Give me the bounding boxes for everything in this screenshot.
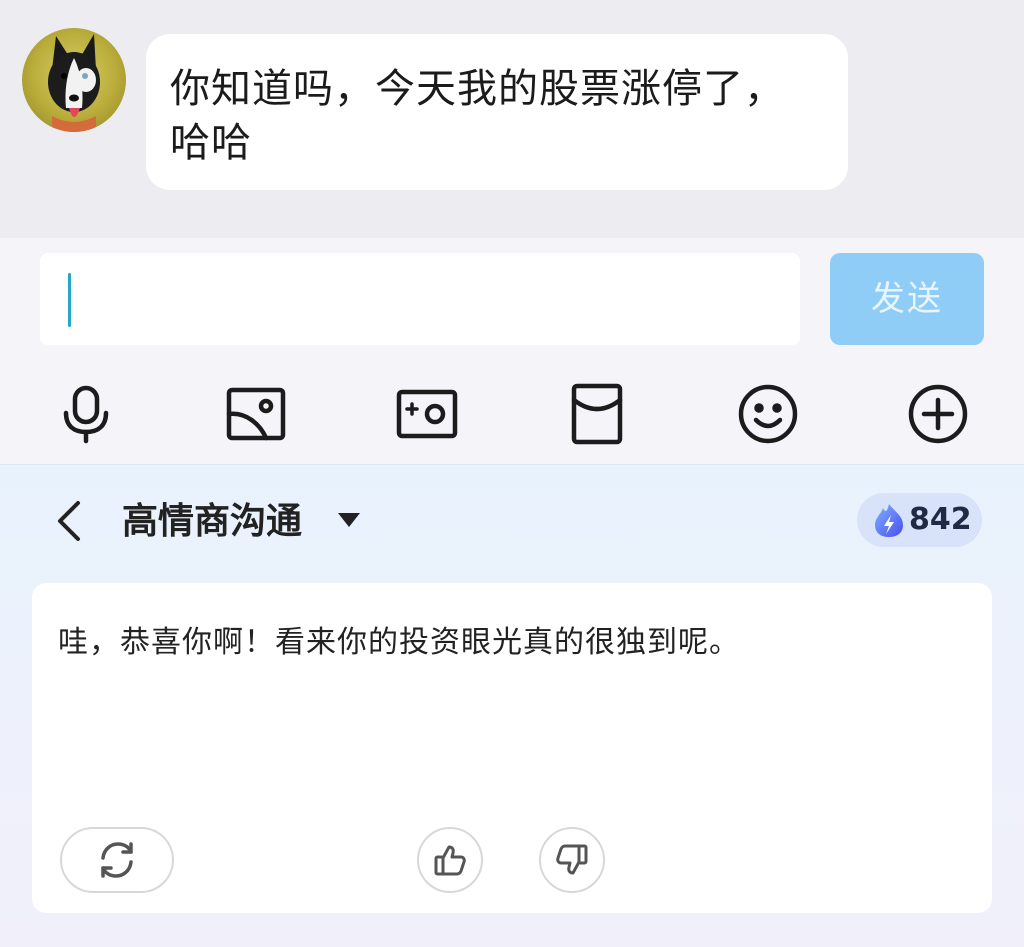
image-icon bbox=[226, 387, 286, 441]
microphone-icon bbox=[63, 385, 109, 444]
thumbs-up-icon bbox=[434, 845, 466, 876]
incoming-message-bubble[interactable]: 你知道吗，今天我的股票涨停了，哈哈 bbox=[146, 34, 848, 190]
more-button[interactable] bbox=[906, 382, 970, 446]
thumbs-down-icon bbox=[556, 844, 588, 875]
assistant-header: 高情商沟通 842 bbox=[0, 465, 1024, 581]
composer: 发送 bbox=[0, 238, 1024, 464]
mode-title[interactable]: 高情商沟通 bbox=[122, 497, 302, 547]
chat-area: 你知道吗，今天我的股票涨停了，哈哈 bbox=[0, 0, 1024, 238]
camera-icon bbox=[396, 389, 458, 439]
text-caret bbox=[68, 273, 71, 327]
red-envelope-icon bbox=[571, 383, 623, 445]
dislike-button[interactable] bbox=[539, 827, 605, 893]
red-envelope-button[interactable] bbox=[565, 382, 629, 446]
dog-avatar-icon bbox=[48, 34, 100, 132]
credit-badge[interactable]: 842 bbox=[857, 493, 982, 547]
back-button[interactable] bbox=[52, 499, 88, 543]
message-input[interactable] bbox=[40, 253, 800, 345]
emoji-button[interactable] bbox=[736, 382, 800, 446]
assistant-panel: 高情商沟通 842 哇，恭喜你啊！看来你的投资眼光真的很独到呢。 bbox=[0, 464, 1024, 947]
suggested-reply-card[interactable]: 哇，恭喜你啊！看来你的投资眼光真的很独到呢。 bbox=[32, 583, 992, 913]
refresh-icon bbox=[101, 842, 133, 878]
camera-button[interactable] bbox=[395, 382, 459, 446]
image-button[interactable] bbox=[224, 382, 288, 446]
chevron-left-icon bbox=[58, 501, 80, 541]
voice-button[interactable] bbox=[54, 382, 118, 446]
caret-down-icon bbox=[338, 513, 360, 527]
refresh-button[interactable] bbox=[60, 827, 174, 893]
suggested-reply-text: 哇，恭喜你啊！看来你的投资眼光真的很独到呢。 bbox=[58, 625, 740, 660]
like-button[interactable] bbox=[417, 827, 483, 893]
plus-icon bbox=[908, 384, 968, 444]
credit-count: 842 bbox=[909, 502, 972, 537]
flame-bolt-icon bbox=[875, 504, 903, 537]
send-button[interactable]: 发送 bbox=[830, 253, 984, 345]
mode-dropdown[interactable] bbox=[336, 509, 362, 531]
incoming-message-text: 你知道吗，今天我的股票涨停了，哈哈 bbox=[170, 66, 785, 166]
emoji-icon bbox=[738, 384, 798, 444]
avatar[interactable] bbox=[22, 28, 126, 132]
